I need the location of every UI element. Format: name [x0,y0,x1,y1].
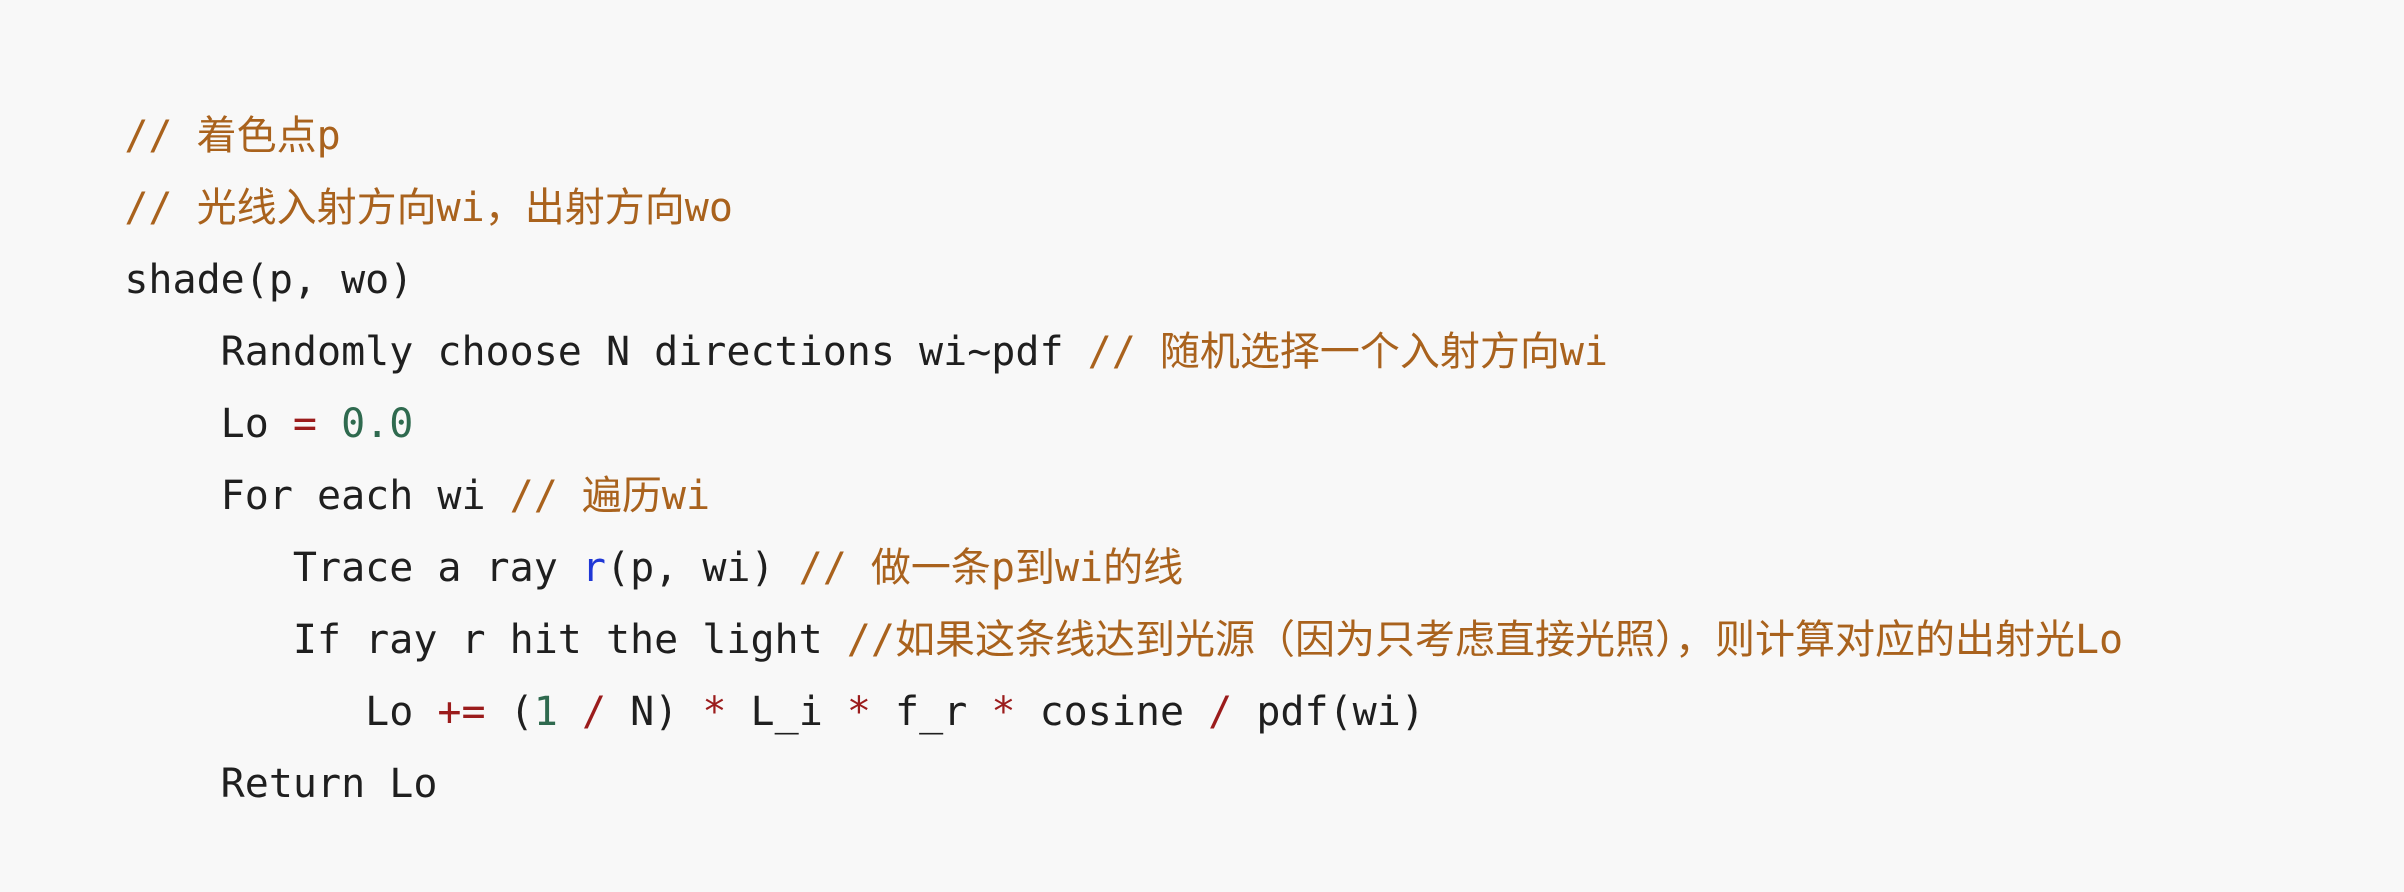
code-token: // 光线入射方向wi，出射方向wo [124,185,733,231]
code-token: //如果这条线达到光源（因为只考虑直接光照），则计算对应的出射光Lo [846,617,2124,663]
code-token: // 做一条p到wi的线 [798,545,1184,591]
code-token: * [702,689,727,735]
code-token: // 遍历wi [509,473,711,519]
code-token: shade(p, wo) [124,257,414,303]
code-token: / [581,689,607,735]
code-token: If ray r hit the light [124,617,847,663]
code-line-2: // 光线入射方向wi，出射方向wo [28,100,2404,231]
code-line-1: // 着色点p [28,28,2404,159]
code-token: ( [485,689,534,735]
code-token: Randomly choose N directions wi~pdf [124,329,1088,375]
code-token: Lo [124,689,438,735]
code-token: r [581,545,606,591]
code-token: = [292,401,317,447]
code-token: (p, wi) [605,545,799,591]
code-token: pdf(wi) [1232,689,1425,735]
code-block: // 着色点p // 光线入射方向wi，出射方向wo shade(p, wo) … [0,0,2404,807]
code-token: N) [606,689,703,735]
code-token: / [1208,689,1233,735]
code-token: * [991,689,1016,735]
code-token: Trace a ray [124,545,582,591]
code-token: += [437,689,486,735]
code-token: // 随机选择一个入射方向wi [1087,329,1609,375]
code-token: L_i [726,689,847,735]
code-token: Return Lo [124,761,438,807]
code-token: 1 [533,689,558,735]
code-token: Lo [124,401,293,447]
code-token: f_r [870,689,992,735]
code-token: For each wi [124,473,510,519]
code-token: * [846,689,871,735]
code-token: // 着色点p [124,113,341,159]
code-token: cosine [1015,689,1209,735]
code-token: 0.0 [341,401,414,447]
